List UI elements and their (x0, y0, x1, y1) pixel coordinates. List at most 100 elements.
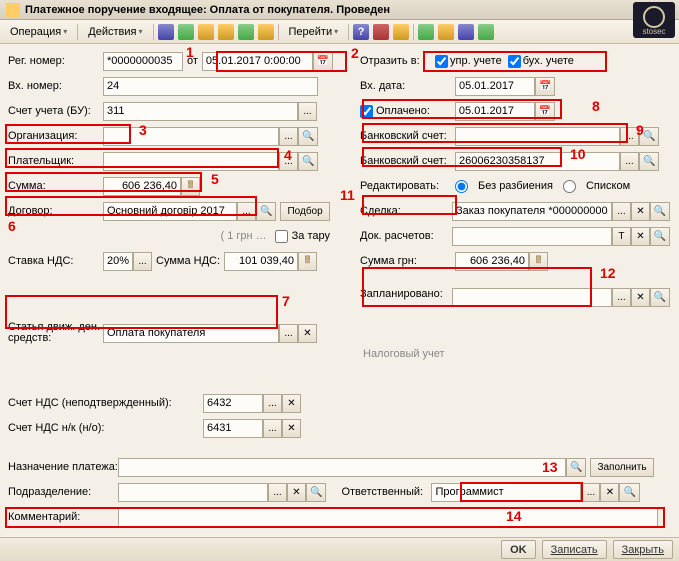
cash-flow-input[interactable] (103, 324, 279, 343)
org-search[interactable]: 🔍 (298, 127, 318, 146)
sum-uah-calc[interactable]: 🖩 (529, 252, 548, 271)
settle-clear[interactable]: ✕ (631, 227, 650, 246)
org-ellipsis[interactable]: ... (279, 127, 298, 146)
vat-sum-label: Сумма НДС: (156, 255, 220, 267)
settle-doc-input[interactable] (452, 227, 612, 246)
goto-menu[interactable]: Перейти (283, 24, 345, 40)
payer-ellipsis[interactable]: ... (279, 152, 298, 171)
dk-icon[interactable] (373, 24, 389, 40)
vat-rate-ellipsis[interactable]: ... (133, 252, 152, 271)
podbor-button[interactable]: Подбор (280, 202, 329, 221)
settle-search[interactable]: 🔍 (650, 227, 670, 246)
sum-uah-input[interactable] (455, 252, 529, 271)
sum-input[interactable] (103, 177, 181, 196)
tool1-icon[interactable] (418, 24, 434, 40)
struct-icon[interactable] (258, 24, 274, 40)
close-button[interactable]: Закрыть (613, 540, 673, 559)
copy-icon[interactable] (218, 24, 234, 40)
bank-acc2-search[interactable]: 🔍 (639, 152, 659, 171)
contract-ellipsis[interactable]: ... (237, 202, 256, 221)
cash-flow-clear[interactable]: ✕ (298, 324, 317, 343)
date-input[interactable] (202, 52, 313, 71)
responsible-clear[interactable]: ✕ (600, 483, 619, 502)
settle-t[interactable]: T (612, 227, 631, 246)
fin-acc-checkbox[interactable] (508, 55, 521, 68)
planned-search[interactable]: 🔍 (650, 288, 670, 307)
vat-unconf-clear[interactable]: ✕ (282, 394, 301, 413)
paid-date-cal[interactable]: 📅 (535, 102, 555, 121)
vh-date-cal[interactable]: 📅 (535, 77, 555, 96)
calendar-button[interactable]: 📅 (313, 52, 333, 71)
doc-icon[interactable] (198, 24, 214, 40)
app-icon (6, 3, 20, 17)
vat-nk-input[interactable] (203, 419, 263, 438)
paid-date-input[interactable] (455, 102, 535, 121)
cash-flow-ellipsis[interactable]: ... (279, 324, 298, 343)
account-bu-input[interactable] (103, 102, 298, 121)
payer-input[interactable] (103, 152, 279, 171)
actions-menu[interactable]: Действия (82, 24, 148, 40)
tool3-icon[interactable] (458, 24, 474, 40)
bank-acc-search[interactable]: 🔍 (639, 127, 659, 146)
responsible-search[interactable]: 🔍 (619, 483, 639, 502)
bank-acc2-ellipsis[interactable]: ... (620, 152, 639, 171)
deal-ellipsis[interactable]: ... (612, 202, 631, 221)
planned-input[interactable] (452, 288, 612, 307)
responsible-ellipsis[interactable]: ... (581, 483, 600, 502)
responsible-input[interactable] (431, 483, 581, 502)
basis-icon[interactable] (238, 24, 254, 40)
refresh-icon[interactable] (158, 24, 174, 40)
subdivision-search[interactable]: 🔍 (306, 483, 326, 502)
tool2-icon[interactable] (438, 24, 454, 40)
deal-clear[interactable]: ✕ (631, 202, 650, 221)
vat-sum-input[interactable] (224, 252, 298, 271)
deal-search[interactable]: 🔍 (650, 202, 670, 221)
purpose-input[interactable] (118, 458, 566, 477)
save-button[interactable]: Записать (542, 540, 607, 559)
mgmt-acc-checkbox[interactable] (435, 55, 448, 68)
purpose-search[interactable]: 🔍 (566, 458, 586, 477)
deal-input[interactable] (452, 202, 612, 221)
account-bu-ellipsis[interactable]: ... (298, 102, 317, 121)
operation-menu[interactable]: Операция (4, 24, 73, 40)
tree-icon[interactable] (393, 24, 409, 40)
sum-calc[interactable]: 🖩 (181, 177, 200, 196)
vat-nk-ellipsis[interactable]: ... (263, 419, 282, 438)
vat-nk-clear[interactable]: ✕ (282, 419, 301, 438)
vat-unconf-label: Счет НДС (неподтвержденный): (8, 397, 203, 409)
comment-label: Комментарий: (8, 511, 118, 523)
comment-input[interactable] (118, 508, 658, 527)
cash-flow-label: Статья движ. ден. средств: (8, 322, 103, 344)
org-input[interactable] (103, 127, 279, 146)
subdivision-clear[interactable]: ✕ (287, 483, 306, 502)
edit-label: Редактировать: (360, 180, 455, 192)
subdivision-ellipsis[interactable]: ... (268, 483, 287, 502)
reg-num-input[interactable] (103, 52, 183, 71)
help-icon[interactable]: ? (353, 24, 369, 40)
paid-checkbox[interactable] (360, 105, 373, 118)
vat-unconf-input[interactable] (203, 394, 263, 413)
contract-input[interactable] (103, 202, 237, 221)
org-label: Организация: (8, 130, 103, 142)
ok-button[interactable]: OK (501, 540, 536, 559)
vh-num-input[interactable] (103, 77, 318, 96)
planned-clear[interactable]: ✕ (631, 288, 650, 307)
payer-search[interactable]: 🔍 (298, 152, 318, 171)
tool4-icon[interactable] (478, 24, 494, 40)
vh-date-input[interactable] (455, 77, 535, 96)
bank-acc2-input[interactable] (455, 152, 620, 171)
fill-button[interactable]: Заполнить (590, 458, 653, 477)
planned-ellipsis[interactable]: ... (612, 288, 631, 307)
subdivision-input[interactable] (118, 483, 268, 502)
contract-search[interactable]: 🔍 (256, 202, 276, 221)
vat-sum-calc[interactable]: 🖩 (298, 252, 317, 271)
fin-acc-label: бух. учете (523, 55, 574, 67)
post-icon[interactable] (178, 24, 194, 40)
vat-rate-input[interactable] (103, 252, 133, 271)
no-split-radio[interactable] (455, 180, 468, 193)
bank-acc-input[interactable] (455, 127, 620, 146)
vat-unconf-ellipsis[interactable]: ... (263, 394, 282, 413)
bank-acc-ellipsis[interactable]: ... (620, 127, 639, 146)
tara-checkbox[interactable] (275, 230, 288, 243)
list-radio[interactable] (563, 180, 576, 193)
